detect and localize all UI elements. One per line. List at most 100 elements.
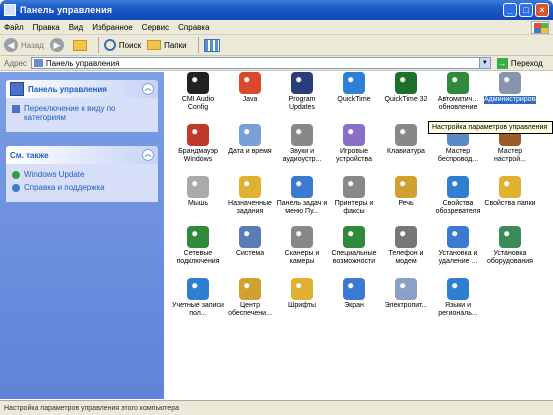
go-label: Переход — [510, 58, 543, 68]
regional-icon — [447, 278, 469, 300]
menu-help[interactable]: Справка — [178, 23, 209, 32]
control-panel-item[interactable]: Телефон и модем — [380, 226, 432, 266]
switch-to-category-view-link[interactable]: Переключение к виду по категориям — [12, 104, 152, 122]
control-panel-item-label: Назначенные задания — [228, 200, 272, 215]
tasks-icon — [239, 176, 261, 198]
control-panel-item-label: Шрифты — [287, 302, 317, 309]
control-panel-item[interactable]: Речь — [380, 176, 432, 208]
control-panel-item[interactable]: Установка оборудования — [484, 226, 536, 266]
go-button[interactable]: → Переход — [496, 57, 543, 69]
control-panel-item[interactable]: Свойства папки — [484, 176, 536, 208]
control-panel-item-label: Java — [242, 96, 258, 103]
control-panel-item[interactable]: Дата и время — [224, 124, 276, 156]
menu-file[interactable]: Файл — [4, 23, 24, 32]
menu-bar: Файл Правка Вид Избранное Сервис Справка — [0, 20, 553, 35]
folder-up-icon — [72, 39, 87, 51]
control-panel-item[interactable]: Игровые устройства — [328, 124, 380, 164]
collapse-chevron-icon[interactable]: ︽ — [142, 149, 154, 161]
control-panel-item[interactable]: Языки и региональ... — [432, 278, 484, 318]
views-button[interactable] — [203, 38, 220, 52]
search-icon — [103, 39, 116, 51]
control-panel-item[interactable]: Панель задач и меню Пу... — [276, 176, 328, 216]
forward-arrow-icon: ▶ — [49, 38, 64, 52]
firewall-icon — [187, 124, 209, 146]
control-panel-item[interactable]: Брандмауэр Windows — [172, 124, 224, 164]
minimize-button[interactable]: _ — [503, 3, 517, 17]
toolbar: ◀ Назад ▶ Поиск Папки — [0, 35, 553, 56]
control-panel-item[interactable]: QuickTime 32 — [380, 72, 432, 104]
control-panel-item[interactable]: Мышь — [172, 176, 224, 208]
control-panel-item-label: Клавиатура — [387, 148, 425, 155]
control-panel-item-label: Свойства папки — [484, 200, 536, 207]
category-view-icon — [12, 105, 20, 113]
control-panel-item[interactable]: Установка и удаление ... — [432, 226, 484, 266]
up-button[interactable] — [72, 39, 87, 51]
control-panel-item-label: Звуки и аудиоустр... — [282, 148, 322, 163]
control-panel-item-label: Мастер беспровод... — [437, 148, 479, 163]
display-icon — [343, 278, 365, 300]
task-pane: Панель управления ︽ Переключение к виду … — [0, 72, 164, 399]
windows-logo-icon — [531, 21, 549, 34]
java-icon — [239, 72, 261, 94]
control-panel-item[interactable]: Java — [224, 72, 276, 104]
menu-favorites[interactable]: Избранное — [92, 23, 133, 32]
mouse-icon — [187, 176, 209, 198]
control-panel-item-label: Электропит... — [384, 302, 428, 309]
control-panel-item-label: Автоматич... обновление — [437, 96, 479, 111]
control-panel-item[interactable]: Учетные записи пол... — [172, 278, 224, 318]
address-field[interactable]: Панель управления ▼ — [30, 57, 491, 69]
clock-icon — [239, 124, 261, 146]
control-panel-item[interactable]: Администрирование — [484, 72, 551, 104]
control-panel-item[interactable]: Сканеры и камеры — [276, 226, 328, 266]
maximize-button[interactable]: □ — [519, 3, 533, 17]
control-panel-item-label: Учетные записи пол... — [172, 302, 224, 317]
see-also-title: См. также — [10, 150, 49, 160]
control-panel-section-header[interactable]: Панель управления ︽ — [6, 80, 158, 98]
folders-button[interactable]: Папки — [147, 40, 187, 50]
control-panel-item[interactable]: Принтеры и факсы — [328, 176, 380, 216]
menu-view[interactable]: Вид — [69, 23, 83, 32]
control-panel-item[interactable]: QuickTime — [328, 72, 380, 104]
control-panel-item-label: Сетевые подключения — [176, 250, 220, 265]
control-panel-item-label: QuickTime 32 — [384, 96, 428, 103]
control-panel-item[interactable]: Специальные возможности — [328, 226, 380, 266]
address-dropdown-button[interactable]: ▼ — [478, 58, 490, 68]
back-button[interactable]: ◀ Назад — [4, 38, 44, 52]
control-panel-item-label: Принтеры и факсы — [334, 200, 374, 215]
admin-tools-icon — [499, 72, 521, 94]
control-panel-item[interactable]: Свойства обозревателя — [432, 176, 484, 216]
control-panel-item[interactable]: Автоматич... обновление — [432, 72, 484, 112]
help-support-link[interactable]: Справка и поддержка — [12, 183, 152, 192]
control-panel-item-label: Центр обеспечени... — [228, 302, 272, 317]
control-panel-item[interactable]: Program Updates — [276, 72, 328, 112]
control-panel-item[interactable]: Назначенные задания — [224, 176, 276, 216]
menu-tools[interactable]: Сервис — [142, 23, 169, 32]
control-panel-item[interactable]: Экран — [328, 278, 380, 310]
see-also-header[interactable]: См. также ︽ — [6, 146, 158, 164]
menu-edit[interactable]: Правка — [33, 23, 60, 32]
close-button[interactable]: × — [535, 3, 549, 17]
control-panel-item[interactable]: Центр обеспечени... — [224, 278, 276, 318]
control-panel-item-label: Игровые устройства — [335, 148, 373, 163]
collapse-chevron-icon[interactable]: ︽ — [142, 83, 154, 95]
control-panel-item[interactable]: Клавиатура — [380, 124, 432, 156]
phone-icon — [395, 226, 417, 248]
control-panel-item[interactable]: Шрифты — [276, 278, 328, 310]
gamepad-icon — [343, 124, 365, 146]
control-panel-item-label: CMI Audio Config — [181, 96, 215, 111]
control-panel-item[interactable]: Электропит... — [380, 278, 432, 310]
search-button[interactable]: Поиск — [103, 39, 141, 51]
control-panel-item[interactable]: CMI Audio Config — [172, 72, 224, 112]
control-panel-section-icon — [10, 82, 24, 96]
control-panel-item[interactable]: Сетевые подключения — [172, 226, 224, 266]
forward-button[interactable]: ▶ — [49, 38, 67, 52]
windows-update-link[interactable]: Windows Update — [12, 170, 152, 179]
back-arrow-icon: ◀ — [4, 38, 18, 52]
window-title: Панель управления — [20, 5, 113, 15]
views-icon — [203, 38, 220, 52]
control-panel-item[interactable]: Звуки и аудиоустр... — [276, 124, 328, 164]
quicktime-icon — [343, 72, 365, 94]
control-panel-item-label: Program Updates — [288, 96, 316, 111]
title-bar[interactable]: Панель управления _ □ × — [0, 0, 553, 20]
control-panel-item[interactable]: Система — [224, 226, 276, 258]
